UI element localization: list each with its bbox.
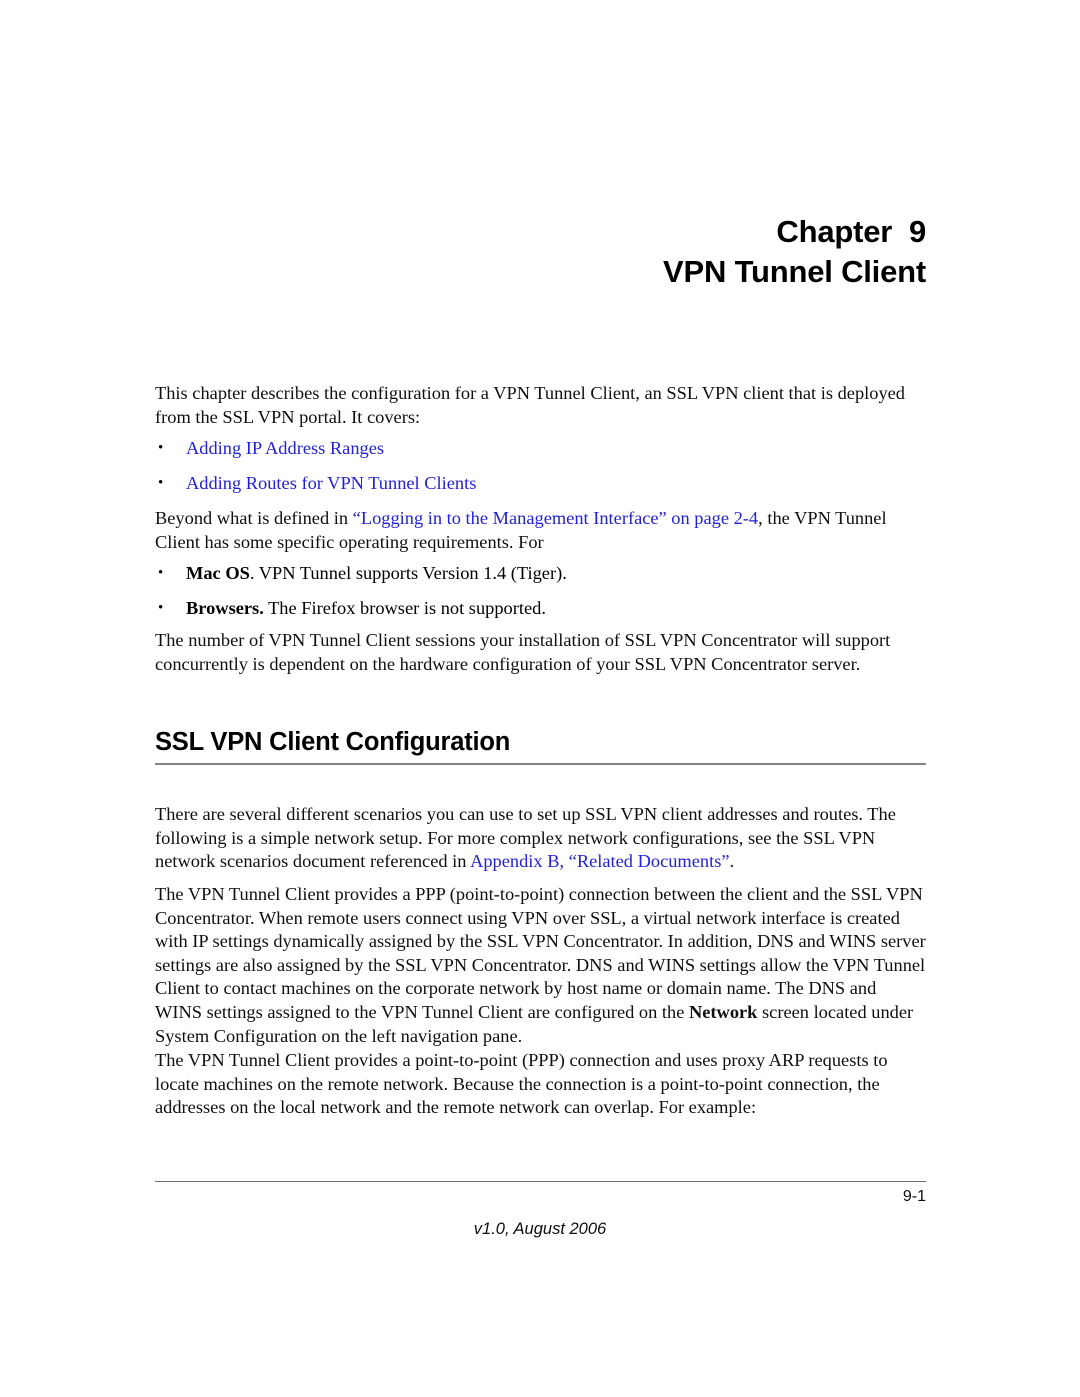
footer-divider (155, 1181, 926, 1182)
scenarios-paragraph: There are several different scenarios yo… (155, 803, 926, 874)
document-version: v1.0, August 2006 (473, 1220, 607, 1238)
bullet-icon: • (158, 474, 164, 491)
screen-name-network: Network (688, 1001, 758, 1022)
sessions-paragraph: The number of VPN Tunnel Client sessions… (155, 630, 891, 674)
ppp-description-paragraph: The VPN Tunnel Client provides a PPP (po… (155, 883, 926, 1048)
requirements-lead-in-paragraph: Beyond what is defined in “Logging in to… (155, 507, 926, 554)
bullet-icon: • (158, 440, 164, 456)
page-number: 9-1 (902, 1188, 926, 1205)
section-divider (155, 763, 926, 765)
requirement-label-browsers: Browsers. (186, 597, 264, 618)
chapter-title-block: Chapter 9 VPN Tunnel Client (155, 212, 926, 292)
proxy-arp-paragraph: The VPN Tunnel Client provides a point-t… (155, 1050, 888, 1118)
scenarios-text-after-link: . (729, 851, 735, 872)
requirements-list: • Mac OS. VPN Tunnel supports Version 1.… (155, 562, 926, 620)
list-item[interactable]: • Adding IP Address Ranges (155, 437, 926, 461)
requirement-text-browsers: The Firefox browser is not supported. (263, 597, 546, 618)
chapter-title: VPN Tunnel Client (663, 254, 926, 289)
bullet-icon: • (158, 565, 164, 581)
list-item: • Mac OS. VPN Tunnel supports Version 1.… (155, 562, 926, 586)
requirement-text-mac-os: . VPN Tunnel supports Version 1.4 (Tiger… (249, 563, 567, 583)
topic-link-adding-ip-address-ranges[interactable]: Adding IP Address Ranges (186, 438, 384, 458)
requirement-label-mac-os: Mac OS (186, 563, 250, 583)
requirements-text-before-link: Beyond what is defined in (155, 508, 353, 528)
page-title: SSL VPN Client Configuration (155, 728, 511, 756)
bullet-icon: • (158, 599, 164, 616)
list-item[interactable]: • Adding Routes for VPN Tunnel Clients (155, 472, 926, 496)
document-page: Chapter 9 VPN Tunnel Client This chapter… (0, 0, 1080, 1397)
topic-link-adding-routes-for-vpn-tunnel-clients[interactable]: Adding Routes for VPN Tunnel Clients (186, 473, 476, 493)
link-logging-in-to-the-management-interface[interactable]: “Logging in to the Management Interface”… (353, 508, 758, 528)
link-appendix-b-related-documents[interactable]: Appendix B, “Related Documents” (470, 851, 729, 871)
chapter-label: Chapter 9 (776, 214, 926, 249)
intro-paragraph: This chapter describes the configuration… (155, 383, 905, 427)
topic-link-list: • Adding IP Address Ranges • Adding Rout… (155, 437, 926, 495)
section-heading-block: SSL VPN Client Configuration (155, 727, 926, 765)
list-item: • Browsers. The Firefox browser is not s… (155, 597, 926, 621)
